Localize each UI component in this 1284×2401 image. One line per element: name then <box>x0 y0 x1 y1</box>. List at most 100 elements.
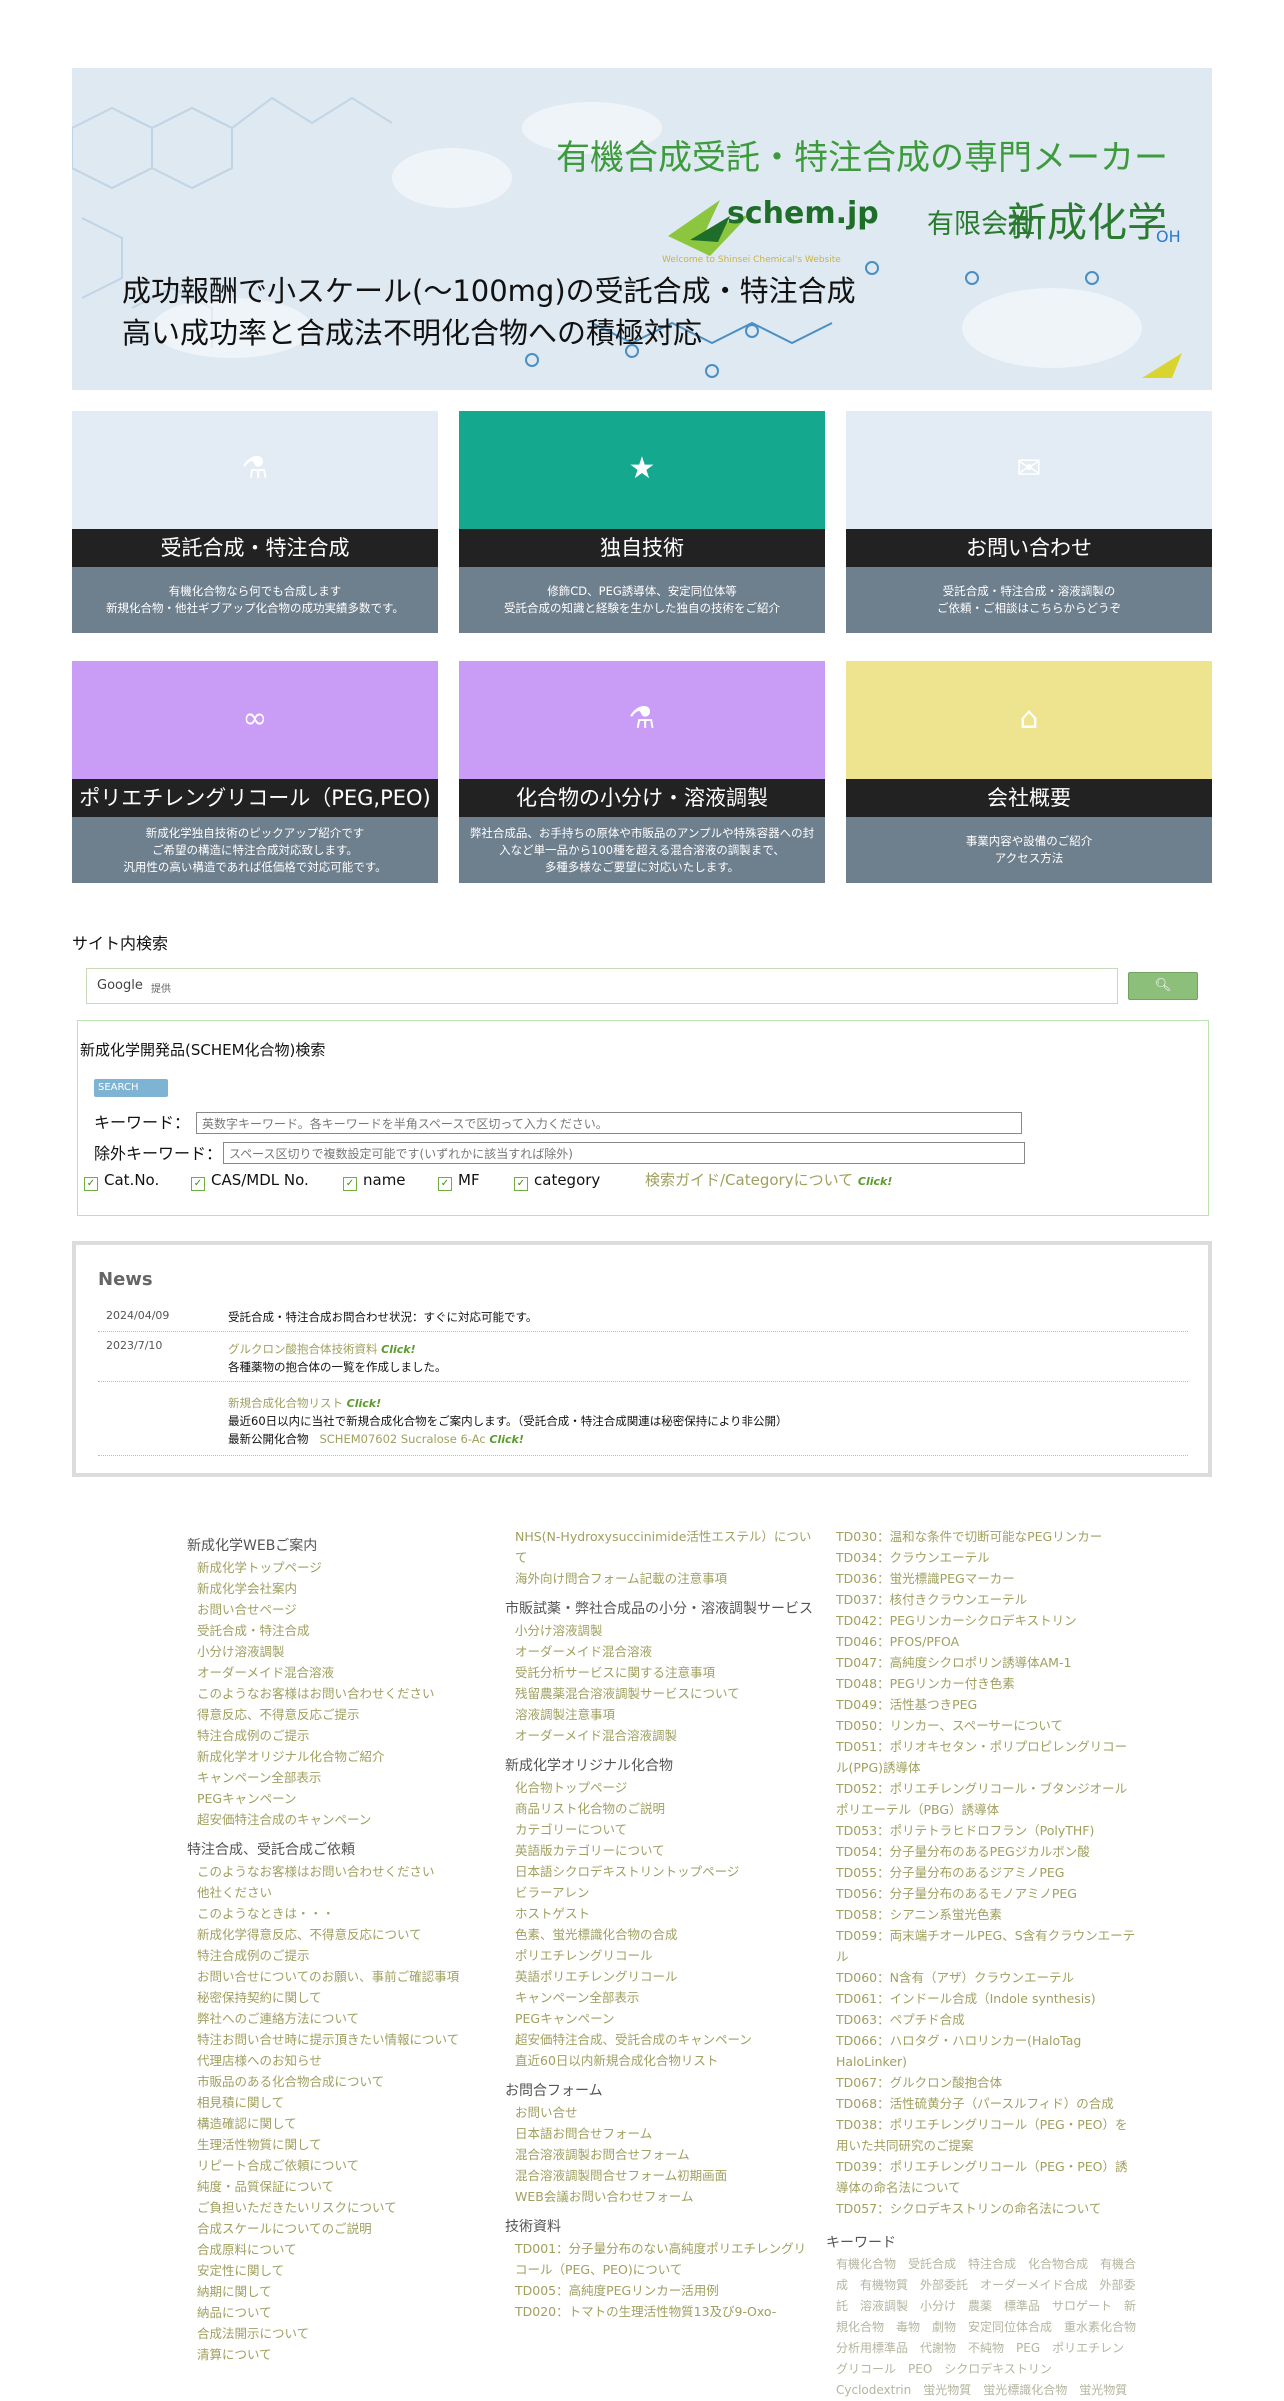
footer-link[interactable]: 特注合成例のご提示 <box>187 1945 487 1966</box>
footer-link[interactable]: 新成化学オリジナル化合物ご紹介 <box>187 1746 487 1767</box>
footer-link[interactable]: 特注合成例のご提示 <box>187 1725 487 1746</box>
footer-link[interactable]: 安定性に関して <box>187 2260 487 2281</box>
footer-link[interactable]: TD020：トマトの生理活性物質13及び9-Oxo- <box>505 2301 815 2322</box>
footer-link[interactable]: TD058：シアニン系蛍光色素 <box>826 1904 1136 1925</box>
footer-link[interactable]: TD030：温和な条件で切断可能なPEGリンカー <box>826 1526 1136 1547</box>
tile-6[interactable]: ⌂ 会社概要 事業内容や設備のご紹介 アクセス方法 <box>846 661 1212 883</box>
check-name[interactable]: ✓ name <box>343 1171 406 1191</box>
tile-1[interactable]: ⚗ 受託合成・特注合成 有機化合物なら何でも合成します 新規化合物・他社ギブアップ化合… <box>72 411 438 633</box>
footer-link[interactable]: 英語版カテゴリーについて <box>505 1840 815 1861</box>
footer-link[interactable]: 新成化学得意反応、不得意反応について <box>187 1924 487 1945</box>
keyword-input[interactable]: 英数字キーワード。各キーワードを半角スペースで区切って入力ください。 <box>196 1112 1022 1134</box>
footer-link[interactable]: TD063：ペプチド合成 <box>826 2009 1136 2030</box>
footer-link[interactable]: 合成スケールについてのご説明 <box>187 2218 487 2239</box>
footer-link[interactable]: TD060：N含有（アザ）クラウンエーテル <box>826 1967 1136 1988</box>
footer-link[interactable]: TD061：インドール合成（Indole synthesis) <box>826 1988 1136 2009</box>
footer-link[interactable]: TD067：グルクロン酸抱合体 <box>826 2072 1136 2093</box>
footer-link[interactable]: 市販品のある化合物合成について <box>187 2071 487 2092</box>
footer-link[interactable]: TD057：シクロデキストリンの命名法について <box>826 2198 1136 2219</box>
footer-link[interactable]: TD038：ポリエチレングリコール（PEG・PEO）を用いた共同研究のご提案 <box>826 2114 1136 2156</box>
footer-link[interactable]: PEGキャンペーン <box>187 1788 487 1809</box>
check-mf[interactable]: ✓ MF <box>438 1171 480 1191</box>
footer-link[interactable]: ポリエチレングリコール <box>505 1945 815 1966</box>
footer-link[interactable]: オーダーメイド混合溶液 <box>187 1662 487 1683</box>
footer-link[interactable]: 超安価特注合成、受託合成のキャンペーン <box>505 2029 815 2050</box>
footer-link[interactable]: 構造確認に関して <box>187 2113 487 2134</box>
footer-link[interactable]: 合成原料について <box>187 2239 487 2260</box>
footer-link[interactable]: TD048：PEGリンカー付き色素 <box>826 1673 1136 1694</box>
footer-link[interactable]: お問い合せについてのお願い、事前ご確認事項 <box>187 1966 487 1987</box>
news-link[interactable]: 新規合成化合物リスト Click! <box>228 1395 381 1411</box>
footer-link[interactable]: 純度・品質保証について <box>187 2176 487 2197</box>
footer-link[interactable]: TD034：クラウンエーテル <box>826 1547 1136 1568</box>
footer-link[interactable]: TD068：活性硫黄分子（パースルフィド）の合成 <box>826 2093 1136 2114</box>
tile-4[interactable]: ∞ ポリエチレングリコール（PEG,PEO) 新成化学独自技術のピックアップ紹介です… <box>72 661 438 883</box>
footer-link[interactable]: 残留農薬混合溶液調製サービスについて <box>505 1683 815 1704</box>
footer-link[interactable]: 小分け溶液調製 <box>505 1620 815 1641</box>
footer-link[interactable]: 色素、蛍光標識化合物の合成 <box>505 1924 815 1945</box>
site-search-button[interactable]: 🔍︎ <box>1128 972 1198 1000</box>
footer-link[interactable]: 秘密保持契約に関して <box>187 1987 487 2008</box>
footer-link[interactable]: このようなお客様はお問い合わせください <box>187 1683 487 1704</box>
footer-link[interactable]: ホストゲスト <box>505 1903 815 1924</box>
footer-link[interactable]: オーダーメイド混合溶液 <box>505 1641 815 1662</box>
footer-link[interactable]: 相見積に関して <box>187 2092 487 2113</box>
footer-link[interactable]: TD049：活性基つきPEG <box>826 1694 1136 1715</box>
footer-link[interactable]: TD066：ハロタグ・ハロリンカー(HaloTag HaloLinker) <box>826 2030 1136 2072</box>
news-link[interactable]: グルクロン酸抱合体技術資料 Click! <box>228 1341 416 1357</box>
footer-link[interactable]: TD039：ポリエチレングリコール（PEG・PEO）誘導体の命名法について <box>826 2156 1136 2198</box>
check-category[interactable]: ✓ category <box>514 1171 600 1191</box>
footer-link[interactable]: TD047：高純度シクロポリン誘導体AM-1 <box>826 1652 1136 1673</box>
footer-link[interactable]: 他社ください <box>187 1882 487 1903</box>
site-search-input[interactable]: Google 提供 <box>86 968 1118 1004</box>
footer-link[interactable]: TD042：PEGリンカーシクロデキストリン <box>826 1610 1136 1631</box>
footer-link[interactable]: このようなときは・・・ <box>187 1903 487 1924</box>
footer-link[interactable]: TD056：分子量分布のあるモノアミノPEG <box>826 1883 1136 1904</box>
footer-link[interactable]: 英語ポリエチレングリコール <box>505 1966 815 1987</box>
footer-link[interactable]: TD059：両末端チオールPEG、S含有クラウンエーテル <box>826 1925 1136 1967</box>
tile-3[interactable]: ✉ お問い合わせ 受託合成・特注合成・溶液調製の ご依頼・ご相談はこちらからどうぞ <box>846 411 1212 633</box>
footer-link[interactable]: TD055：分子量分布のあるジアミノPEG <box>826 1862 1136 1883</box>
footer-link[interactable]: TD001：分子量分布のない高純度ポリエチレングリコール（PEG、PEO)につい… <box>505 2238 815 2280</box>
footer-link[interactable]: リピート合成ご依頼について <box>187 2155 487 2176</box>
check-cas-mdl[interactable]: ✓ CAS/MDL No. <box>191 1171 309 1191</box>
footer-link[interactable]: TD052：ポリエチレングリコール・ブタンジオールポリエーテル（PBG）誘導体 <box>826 1778 1136 1820</box>
footer-link[interactable]: ご負担いただきたいリスクについて <box>187 2197 487 2218</box>
footer-link[interactable]: TD054：分子量分布のあるPEGジカルボン酸 <box>826 1841 1136 1862</box>
footer-link[interactable]: 新成化学トップページ <box>187 1557 487 1578</box>
check-cat-no[interactable]: ✓ Cat.No. <box>84 1171 159 1191</box>
footer-link[interactable]: 納期に関して <box>187 2281 487 2302</box>
footer-link[interactable]: オーダーメイド混合溶液調製 <box>505 1725 815 1746</box>
footer-link[interactable]: ビラーアレン <box>505 1882 815 1903</box>
news-sub-link[interactable]: SCHEM07602 Sucralose 6-Ac <box>319 1432 485 1446</box>
footer-link[interactable]: 特注お問い合せ時に提示頂きたい情報について <box>187 2029 487 2050</box>
footer-link[interactable]: 混合溶液調製お問合せフォーム <box>505 2144 815 2165</box>
footer-link[interactable]: TD005：高純度PEGリンカー活用例 <box>505 2280 815 2301</box>
footer-link[interactable]: カテゴリーについて <box>505 1819 815 1840</box>
footer-link[interactable]: お問い合せページ <box>187 1599 487 1620</box>
tile-2[interactable]: ★ 独自技術 修飾CD、PEG誘導体、安定同位体等 受託合成の知識と経験を生かした独自… <box>459 411 825 633</box>
footer-link[interactable]: TD050：リンカー、スペーサーについて <box>826 1715 1136 1736</box>
footer-link[interactable]: TD051：ポリオキセタン・ポリプロピレングリコール(PPG)誘導体 <box>826 1736 1136 1778</box>
footer-link[interactable]: このようなお客様はお問い合わせください <box>187 1861 487 1882</box>
footer-link[interactable]: キャンペーン全部表示 <box>505 1987 815 2008</box>
footer-link[interactable]: 直近60日以内新規合成化合物リスト <box>505 2050 815 2071</box>
tile-5[interactable]: ⚗ 化合物の小分け・溶液調製 弊社合成品、お手持ちの原体や市販品のアンプルや特殊容器… <box>459 661 825 883</box>
footer-link[interactable]: WEB会議お問い合わせフォーム <box>505 2186 815 2207</box>
search-guide-link[interactable]: 検索ガイド/Categoryについて Click! <box>645 1169 892 1190</box>
footer-link[interactable]: お問い合せ <box>505 2102 815 2123</box>
footer-link[interactable]: TD036：蛍光標識PEGマーカー <box>826 1568 1136 1589</box>
footer-link[interactable]: 代理店様へのお知らせ <box>187 2050 487 2071</box>
footer-link[interactable]: 日本語シクロデキストリントップページ <box>505 1861 815 1882</box>
footer-link[interactable]: 商品リスト化合物のご説明 <box>505 1798 815 1819</box>
footer-link[interactable]: TD053：ポリテトラヒドロフラン（PolyTHF) <box>826 1820 1136 1841</box>
footer-link[interactable]: 化合物トップページ <box>505 1777 815 1798</box>
footer-link[interactable]: キャンペーン全部表示 <box>187 1767 487 1788</box>
footer-link[interactable]: 日本語お問合せフォーム <box>505 2123 815 2144</box>
footer-link[interactable]: 溶液調製注意事項 <box>505 1704 815 1725</box>
footer-link[interactable]: 納品について <box>187 2302 487 2323</box>
footer-link[interactable]: TD037：核付きクラウンエーテル <box>826 1589 1136 1610</box>
footer-link[interactable]: PEGキャンペーン <box>505 2008 815 2029</box>
footer-link[interactable]: 新成化学会社案内 <box>187 1578 487 1599</box>
footer-link[interactable]: TD046：PFOS/PFOA <box>826 1631 1136 1652</box>
